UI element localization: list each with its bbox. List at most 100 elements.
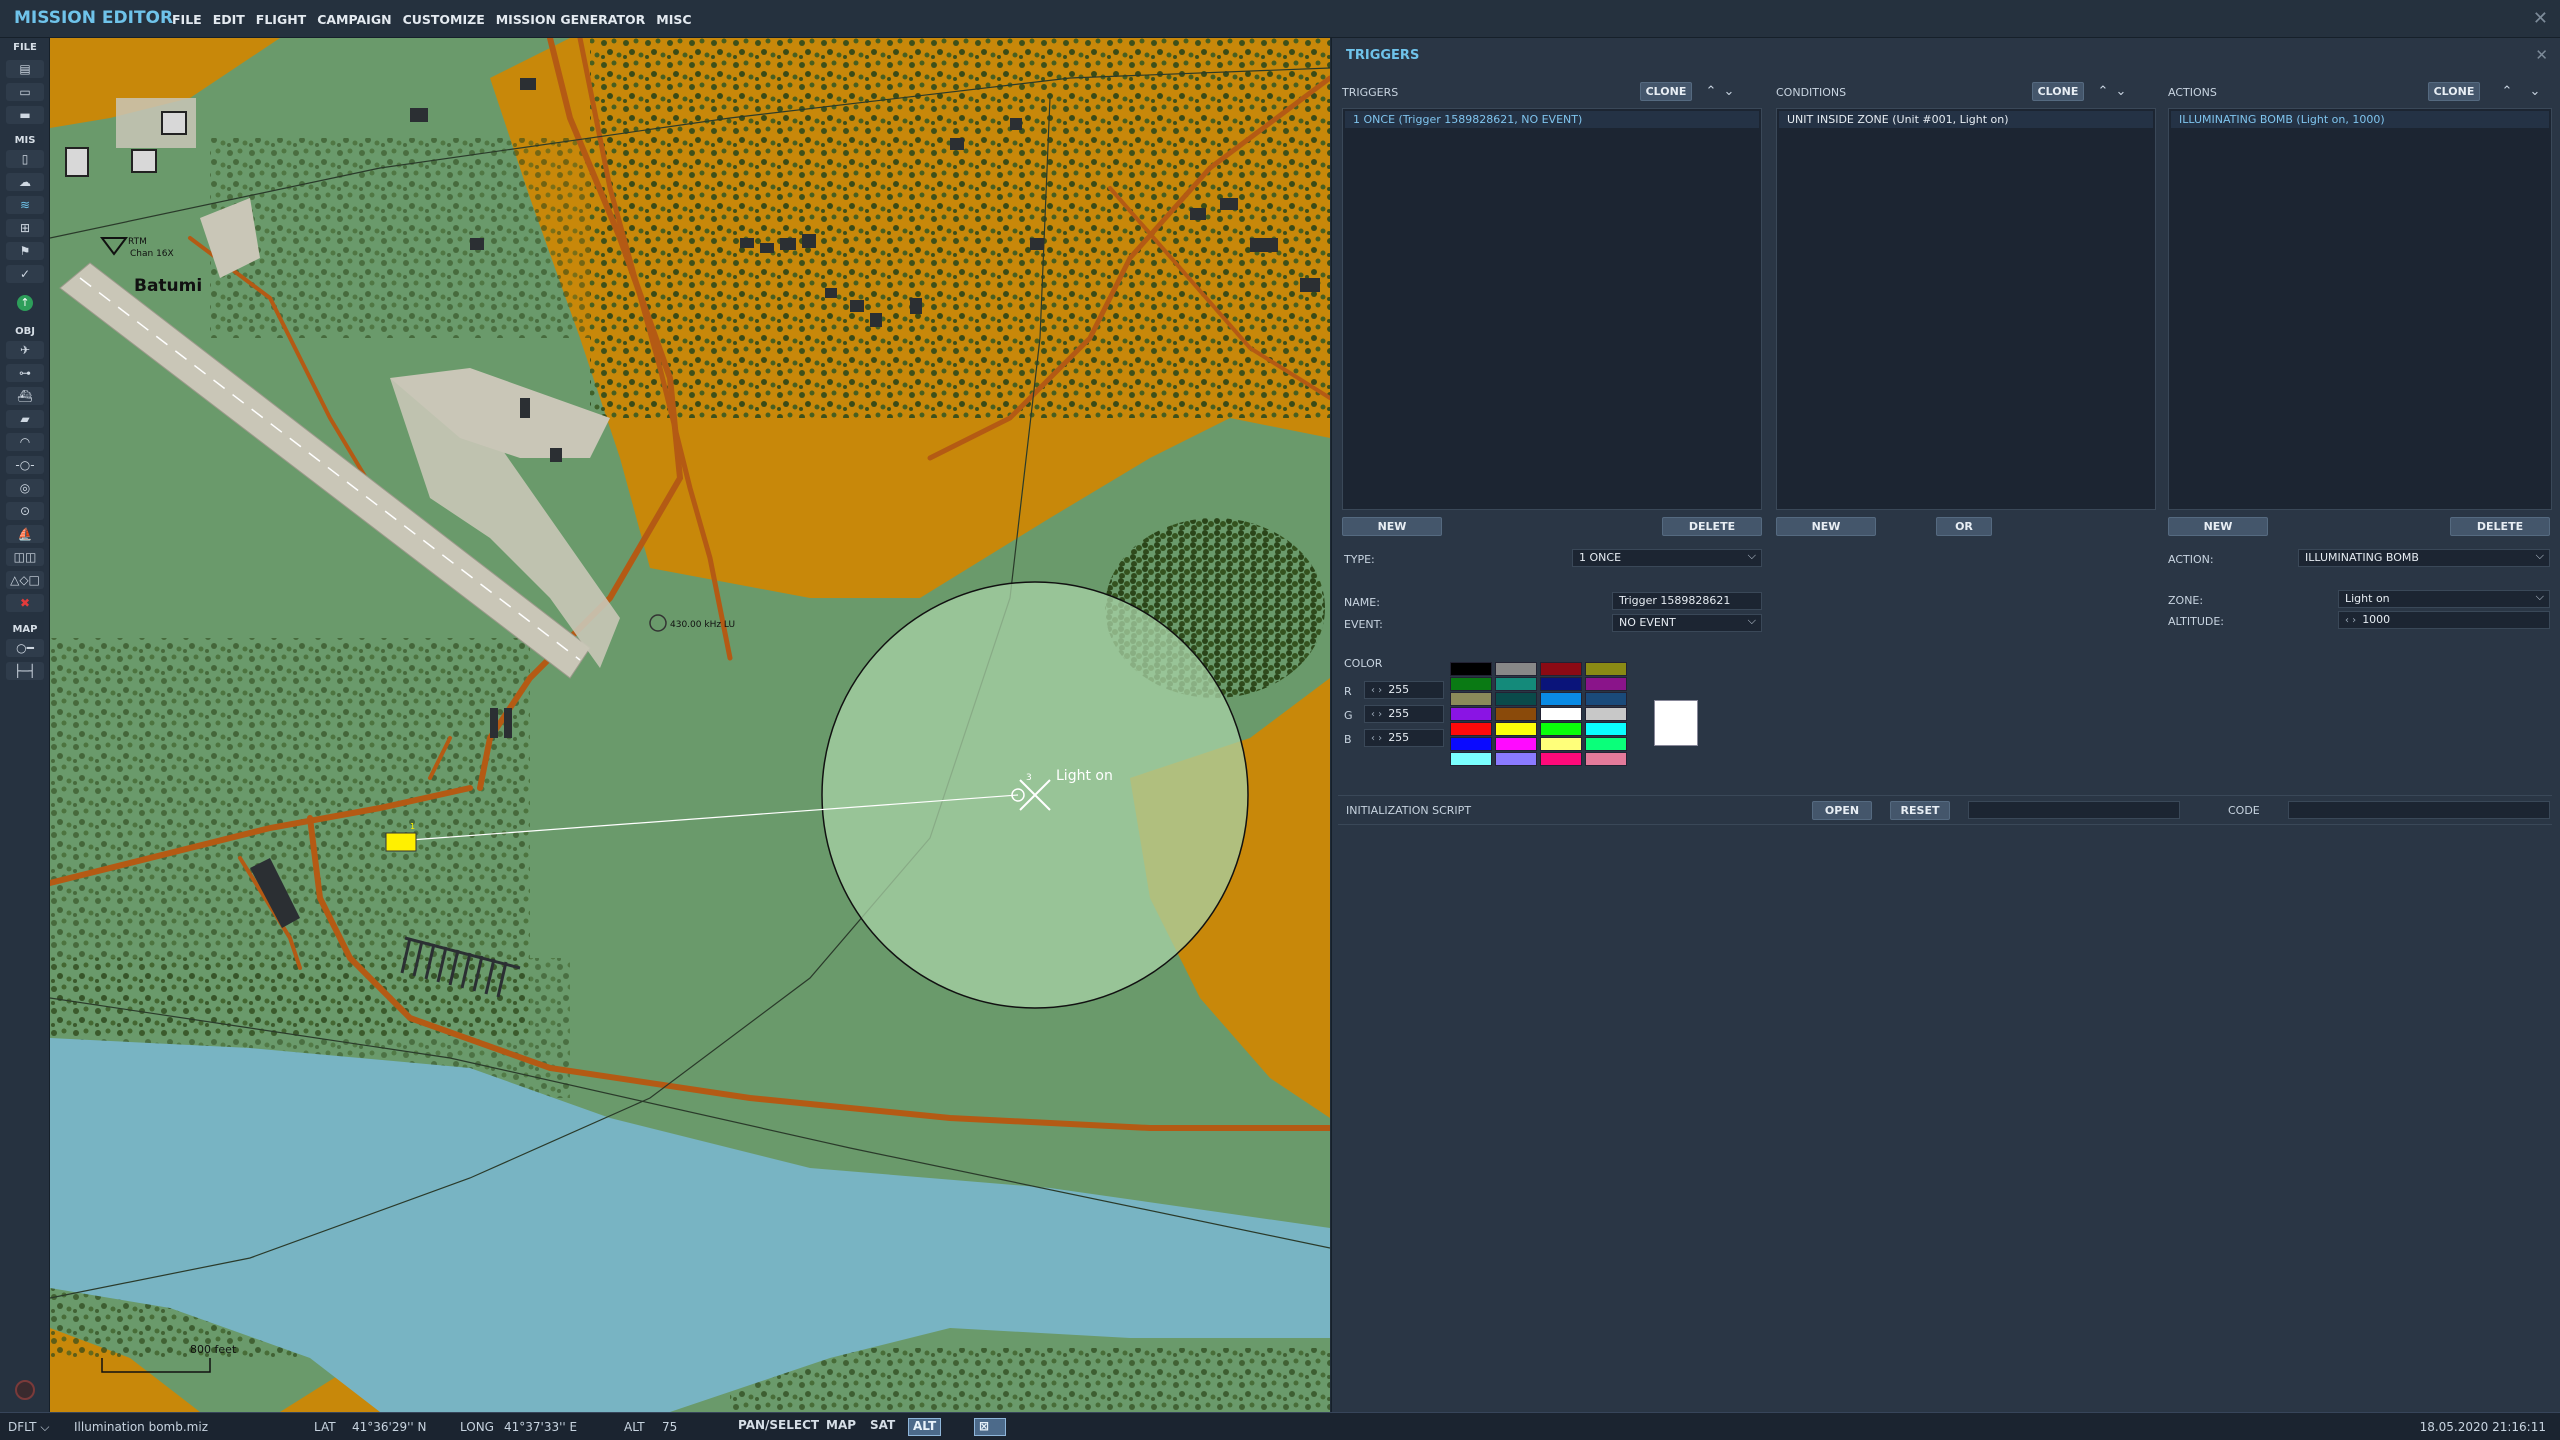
color-swatch[interactable] <box>1495 662 1537 676</box>
color-swatch[interactable] <box>1450 692 1492 706</box>
color-swatch[interactable] <box>1495 752 1537 766</box>
color-swatch[interactable] <box>1585 662 1627 676</box>
color-b-stepper[interactable]: ‹ › 255 <box>1364 729 1444 747</box>
helicopter-icon[interactable]: ⊶ <box>6 364 44 382</box>
map-mode-button[interactable]: MAP <box>822 1418 860 1436</box>
save-file-icon[interactable]: ▬ <box>6 106 44 124</box>
open-file-icon[interactable]: ▭ <box>6 83 44 101</box>
altitude-stepper[interactable]: ‹ › 1000 <box>2338 611 2550 629</box>
check-icon[interactable]: ✓ <box>6 265 44 283</box>
menu-edit[interactable]: EDIT <box>213 12 245 27</box>
list-item[interactable]: 1 ONCE (Trigger 1589828621, NO EVENT) <box>1345 111 1759 128</box>
template-icon[interactable]: ◫◫ <box>6 548 44 566</box>
color-swatch[interactable] <box>1495 707 1537 721</box>
color-swatch[interactable] <box>1540 737 1582 751</box>
stepper-arrows-icon[interactable]: ‹ › <box>1371 709 1382 720</box>
record-icon[interactable] <box>15 1380 35 1400</box>
conditions-list[interactable]: UNIT INSIDE ZONE (Unit #001, Light on) <box>1776 108 2156 510</box>
color-swatch[interactable] <box>1450 722 1492 736</box>
flag-icon[interactable]: ⚑ <box>6 242 44 260</box>
event-select[interactable]: NO EVENT <box>1612 613 1762 632</box>
color-swatch[interactable] <box>1585 707 1627 721</box>
list-item[interactable]: UNIT INSIDE ZONE (Unit #001, Light on) <box>1779 111 2153 128</box>
name-input[interactable]: Trigger 1589828621 <box>1612 592 1762 610</box>
color-swatch[interactable] <box>1540 662 1582 676</box>
color-swatch[interactable] <box>1585 692 1627 706</box>
type-select[interactable]: 1 ONCE <box>1572 548 1762 567</box>
code-input[interactable] <box>2288 801 2550 819</box>
color-swatch[interactable] <box>1495 737 1537 751</box>
action-select[interactable]: ILLUMINATING BOMB <box>2298 548 2550 567</box>
delete-icon[interactable]: ✖ <box>6 594 44 612</box>
armor-icon[interactable]: ◠ <box>6 433 44 451</box>
new-file-icon[interactable]: ▤ <box>6 60 44 78</box>
radar-icon[interactable]: ◎ <box>6 479 44 497</box>
static-icon[interactable]: -○- <box>6 456 44 474</box>
menu-flight[interactable]: FLIGHT <box>256 12 306 27</box>
triggers-move-up-icon[interactable]: ⌃ <box>1702 82 1720 100</box>
vehicle-icon[interactable]: ▰ <box>6 410 44 428</box>
actions-clone-button[interactable]: CLONE <box>2428 82 2480 101</box>
map-layers-icon[interactable]: ⊠ <box>974 1418 1006 1436</box>
color-r-stepper[interactable]: ‹ › 255 <box>1364 681 1444 699</box>
init-reset-button[interactable]: RESET <box>1890 801 1950 820</box>
color-swatch[interactable] <box>1495 692 1537 706</box>
triggers-clone-button[interactable]: CLONE <box>1640 82 1692 101</box>
unit-icon[interactable] <box>385 832 417 852</box>
pan-select-button[interactable]: PAN/SELECT <box>734 1418 823 1436</box>
actions-new-button[interactable]: NEW <box>2168 517 2268 536</box>
goals-icon[interactable]: ⊞ <box>6 219 44 237</box>
list-item[interactable]: ILLUMINATING BOMB (Light on, 1000) <box>2171 111 2549 128</box>
color-swatch[interactable] <box>1540 707 1582 721</box>
color-swatch[interactable] <box>1450 662 1492 676</box>
color-swatch[interactable] <box>1540 722 1582 736</box>
color-swatch[interactable] <box>1450 752 1492 766</box>
color-swatch[interactable] <box>1585 677 1627 691</box>
weather-icon[interactable]: ☁ <box>6 173 44 191</box>
triggers-new-button[interactable]: NEW <box>1342 517 1442 536</box>
compass-icon[interactable]: ↑ <box>6 294 44 312</box>
color-swatch[interactable] <box>1585 722 1627 736</box>
alt-mode-button[interactable]: ALT <box>908 1418 942 1436</box>
plane-icon[interactable]: ✈ <box>6 341 44 359</box>
conditions-clone-button[interactable]: CLONE <box>2032 82 2084 101</box>
init-script-file-input[interactable] <box>1968 801 2180 819</box>
triggers-move-down-icon[interactable]: ⌄ <box>1720 82 1738 100</box>
color-swatch[interactable] <box>1495 677 1537 691</box>
actions-move-up-icon[interactable]: ⌃ <box>2498 82 2516 100</box>
color-g-stepper[interactable]: ‹ › 255 <box>1364 705 1444 723</box>
sat-mode-button[interactable]: SAT <box>866 1418 899 1436</box>
menu-campaign[interactable]: CAMPAIGN <box>317 12 391 27</box>
color-swatch[interactable] <box>1540 752 1582 766</box>
ship-icon[interactable]: ⛴ <box>6 387 44 405</box>
close-icon[interactable]: ✕ <box>2533 8 2548 29</box>
briefing-icon[interactable]: ▯ <box>6 150 44 168</box>
menu-misc[interactable]: MISC <box>656 12 691 27</box>
measure-icon[interactable]: ├─┤ <box>6 662 44 680</box>
stepper-arrows-icon[interactable]: ‹ › <box>2345 615 2356 626</box>
stepper-arrows-icon[interactable]: ‹ › <box>1371 685 1382 696</box>
ruler-icon[interactable]: ○━ <box>6 639 44 657</box>
color-swatch[interactable] <box>1540 692 1582 706</box>
close-icon[interactable]: ✕ <box>2535 46 2548 64</box>
conditions-or-button[interactable]: OR <box>1936 517 1992 536</box>
menu-mission-generator[interactable]: MISSION GENERATOR <box>496 12 646 27</box>
conditions-new-button[interactable]: NEW <box>1776 517 1876 536</box>
conditions-move-down-icon[interactable]: ⌄ <box>2112 82 2130 100</box>
color-swatch[interactable] <box>1450 677 1492 691</box>
color-swatch[interactable] <box>1450 737 1492 751</box>
actions-list[interactable]: ILLUMINATING BOMB (Light on, 1000) <box>2168 108 2552 510</box>
actions-delete-button[interactable]: DELETE <box>2450 517 2550 536</box>
profile-select[interactable]: DFLT ⌵ <box>8 1420 49 1435</box>
zone-select[interactable]: Light on <box>2338 589 2550 608</box>
conditions-move-up-icon[interactable]: ⌃ <box>2094 82 2112 100</box>
map-canvas[interactable]: RTM Chan 16X Batumi 430.00 kHz LU 3 Ligh… <box>50 38 1330 1412</box>
triggers-list[interactable]: 1 ONCE (Trigger 1589828621, NO EVENT) <box>1342 108 1762 510</box>
init-open-button[interactable]: OPEN <box>1812 801 1872 820</box>
menu-file[interactable]: FILE <box>172 12 202 27</box>
boat-icon[interactable]: ⛵ <box>6 525 44 543</box>
actions-move-down-icon[interactable]: ⌄ <box>2526 82 2544 100</box>
color-swatch[interactable] <box>1450 707 1492 721</box>
map-view[interactable]: RTM Chan 16X Batumi 430.00 kHz LU 3 Ligh… <box>50 38 1330 1412</box>
color-swatch[interactable] <box>1585 752 1627 766</box>
